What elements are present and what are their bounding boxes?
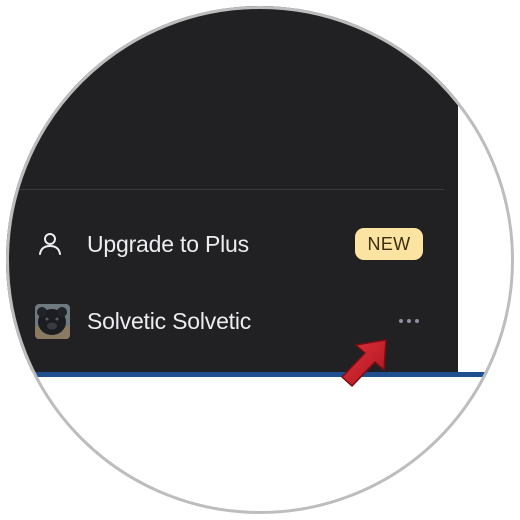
ellipsis-icon[interactable]	[394, 311, 424, 331]
person-icon	[39, 233, 61, 255]
upgrade-to-plus-button[interactable]: Upgrade to Plus NEW	[6, 216, 458, 272]
magnifier-lens: Upgrade to Plus NEW Solvetic Solvetic	[6, 6, 514, 514]
accent-bar	[34, 372, 494, 377]
avatar	[35, 303, 70, 339]
dot	[415, 319, 419, 323]
screenshot-stage: Upgrade to Plus NEW Solvetic Solvetic	[0, 0, 520, 520]
new-badge: NEW	[355, 228, 423, 260]
sidebar: Upgrade to Plus NEW Solvetic Solvetic	[6, 6, 458, 372]
dot	[399, 319, 403, 323]
upgrade-label: Upgrade to Plus	[87, 230, 249, 257]
dot	[407, 319, 411, 323]
red-arrow-annotation	[341, 339, 387, 387]
user-name: Solvetic Solvetic	[87, 307, 252, 334]
sidebar-divider	[6, 189, 444, 190]
